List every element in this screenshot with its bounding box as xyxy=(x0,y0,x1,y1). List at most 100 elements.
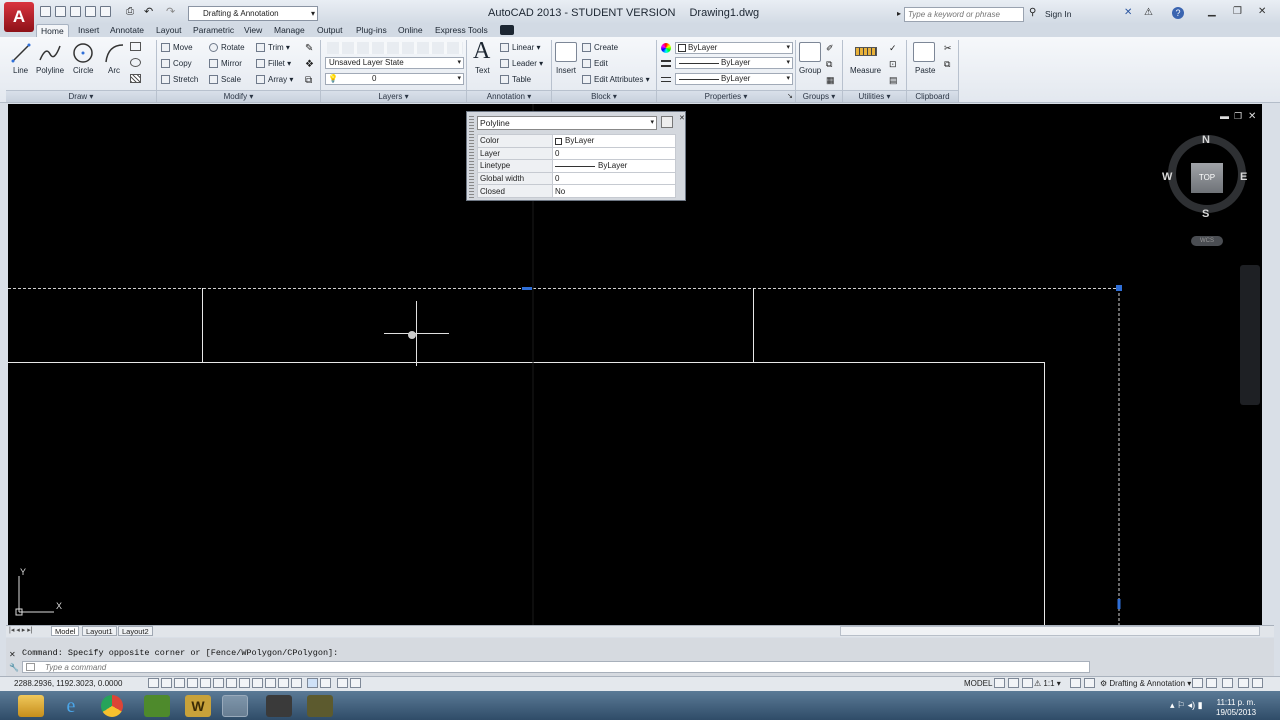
compass-south[interactable]: S xyxy=(1202,208,1209,220)
circle-button-label[interactable]: Circle xyxy=(73,66,93,75)
modify-panel-title[interactable]: Modify ▾ xyxy=(157,90,320,102)
viewport-close-button[interactable]: ✕ xyxy=(1248,111,1256,122)
edit-attributes-button[interactable]: Edit Attributes ▾ xyxy=(582,75,650,85)
hatch-icon[interactable] xyxy=(130,58,141,67)
group-icon[interactable] xyxy=(799,42,821,62)
tab-express-tools[interactable]: Express Tools xyxy=(431,24,492,37)
restore-button[interactable]: ❐ xyxy=(1233,6,1242,17)
move-button[interactable]: Move xyxy=(161,43,193,53)
copy-button[interactable]: Copy xyxy=(161,59,192,69)
tab-home[interactable]: Home xyxy=(36,24,69,37)
create-block-button[interactable]: Create xyxy=(582,43,618,53)
pan-icon[interactable] xyxy=(1022,678,1033,688)
rectangle-icon[interactable] xyxy=(130,42,141,51)
ribbon-minimize-icon[interactable] xyxy=(500,25,514,35)
dynamic-input-toggle[interactable] xyxy=(265,678,276,688)
measure-button-label[interactable]: Measure xyxy=(850,66,881,75)
object-snap-toggle[interactable] xyxy=(213,678,224,688)
coordinates-readout[interactable]: 2288.2936, 1192.3023, 0.0000 xyxy=(14,679,122,688)
snap-mode-toggle[interactable] xyxy=(161,678,172,688)
compass-west[interactable]: W xyxy=(1162,171,1172,183)
tab-online[interactable]: Online xyxy=(394,24,427,37)
trim-button[interactable]: Trim ▾ xyxy=(256,43,290,53)
text-button-label[interactable]: Text xyxy=(475,66,490,75)
array-button[interactable]: Array ▾ xyxy=(256,75,293,85)
cut-icon[interactable]: ✂ xyxy=(944,43,952,54)
property-value[interactable]: ByLayer xyxy=(552,159,676,173)
text-icon[interactable]: A xyxy=(473,38,490,65)
compass-east[interactable]: E xyxy=(1240,171,1247,183)
offset-icon[interactable]: ⧉ xyxy=(305,75,312,86)
insert-button-label[interactable]: Insert xyxy=(556,66,576,75)
horizontal-scrollbar[interactable] xyxy=(840,626,1260,636)
tab-manage[interactable]: Manage xyxy=(270,24,309,37)
object-snap-tracking-toggle[interactable] xyxy=(239,678,250,688)
stretch-button[interactable]: Stretch xyxy=(161,75,198,85)
quick-view-drawings-icon[interactable] xyxy=(1008,678,1019,688)
ungroup-icon[interactable]: ✐ xyxy=(826,43,834,54)
arc-button-label[interactable]: Arc xyxy=(108,66,120,75)
autocad-task-icon[interactable] xyxy=(222,695,248,717)
paste-icon[interactable] xyxy=(913,42,935,62)
annotation-scale-select[interactable]: ⚠ 1:1 ▾ xyxy=(1034,679,1061,688)
lineweight-select[interactable]: ByLayer ▾ xyxy=(675,57,793,69)
minecraft-icon[interactable] xyxy=(144,695,170,717)
edit-block-button[interactable]: Edit xyxy=(582,59,608,69)
auto-scale-icon[interactable] xyxy=(1084,678,1095,688)
scale-button[interactable]: Scale xyxy=(209,75,241,85)
save-as-icon[interactable] xyxy=(85,6,96,17)
polyline-icon[interactable] xyxy=(38,42,62,64)
winamp-icon[interactable]: W xyxy=(185,695,211,717)
property-value[interactable]: ByLayer xyxy=(552,134,676,148)
minimize-button[interactable]: ▁ xyxy=(1208,6,1216,17)
system-clock[interactable]: 11:11 p. m. 19/05/2013 xyxy=(1216,698,1256,718)
color-select[interactable]: ByLayer ▾ xyxy=(675,42,793,54)
block-panel-title[interactable]: Block ▾ xyxy=(552,90,656,102)
line-button-label[interactable]: Line xyxy=(13,66,28,75)
model-space-button[interactable]: MODEL xyxy=(964,679,992,688)
table-button[interactable]: Table xyxy=(500,75,531,85)
tab-annotate[interactable]: Annotate xyxy=(106,24,148,37)
lineweight-toggle[interactable] xyxy=(278,678,289,688)
help-icon[interactable]: ? xyxy=(1172,7,1184,19)
annotation-panel-title[interactable]: Annotation ▾ xyxy=(467,90,551,102)
close-window-button[interactable]: ✕ xyxy=(1258,6,1266,17)
isolate-objects-icon[interactable] xyxy=(1222,678,1233,688)
paste-button-label[interactable]: Paste xyxy=(915,66,935,75)
select-all-icon[interactable]: ⊡ xyxy=(889,59,897,70)
internet-explorer-icon[interactable]: e xyxy=(58,695,84,717)
calculator-icon[interactable]: ▤ xyxy=(889,75,898,86)
3d-osnap-toggle[interactable] xyxy=(226,678,237,688)
circle-icon[interactable] xyxy=(72,42,94,64)
undo-icon[interactable]: ↶ xyxy=(144,5,153,18)
command-settings-icon[interactable]: 🔧 xyxy=(9,663,19,672)
print-icon[interactable]: ⎙ xyxy=(126,6,134,17)
tab-model[interactable]: Model xyxy=(51,626,80,636)
explode-icon[interactable]: ❖ xyxy=(305,59,314,70)
tab-layout1[interactable]: Layout1 xyxy=(82,626,117,636)
notification-tray-icons[interactable]: ▴ ⚐ ◂) ▮ xyxy=(1170,700,1203,711)
layout-nav-icons[interactable]: |◂ ◂ ▸ ▸| xyxy=(9,626,33,634)
clipboard-panel-title[interactable]: Clipboard xyxy=(907,90,958,102)
palette-grip[interactable] xyxy=(469,116,474,200)
selection-cycling-toggle[interactable] xyxy=(320,678,331,688)
draw-panel-title[interactable]: Draw ▾ xyxy=(6,90,156,102)
layer-state-select[interactable]: Unsaved Layer State ▾ xyxy=(325,57,464,69)
viewport-minimize-button[interactable]: ▬ xyxy=(1220,111,1229,121)
quick-properties-palette[interactable]: Polyline ▾ ✕ Color ByLayer Layer 0 Linetyp… xyxy=(466,111,686,201)
search-input[interactable] xyxy=(904,7,1024,22)
linetype-select[interactable]: ByLayer ▾ xyxy=(675,73,793,85)
table-row[interactable]: Linetype ByLayer xyxy=(477,159,676,173)
tab-layout[interactable]: Layout xyxy=(152,24,186,37)
annotation-visibility-icon[interactable] xyxy=(1070,678,1081,688)
palette-close-icon[interactable]: ✕ xyxy=(679,114,685,122)
group-button-label[interactable]: Group xyxy=(799,66,821,75)
dyn-toggle[interactable] xyxy=(350,678,361,688)
chrome-icon[interactable] xyxy=(101,695,123,717)
tab-plug-ins[interactable]: Plug-ins xyxy=(352,24,391,37)
groups-panel-title[interactable]: Groups ▾ xyxy=(796,90,842,102)
utilities-panel-title[interactable]: Utilities ▾ xyxy=(843,90,906,102)
object-type-select[interactable]: Polyline ▾ xyxy=(477,116,657,130)
viewcube-top-face[interactable]: TOP xyxy=(1191,163,1223,193)
quick-view-layouts-icon[interactable] xyxy=(994,678,1005,688)
